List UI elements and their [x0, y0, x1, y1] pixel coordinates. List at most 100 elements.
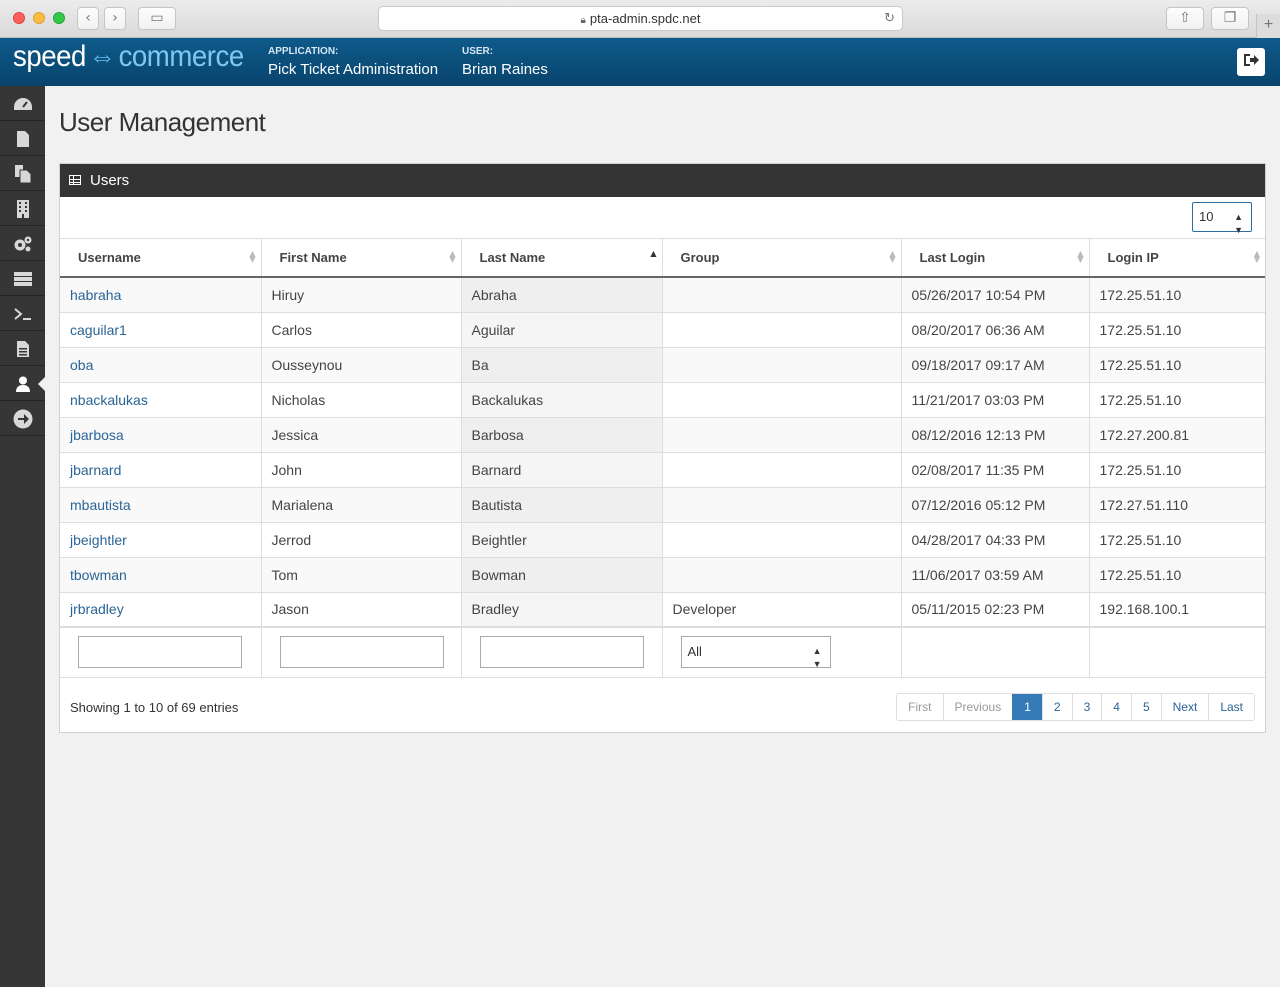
cell-first-name: John [261, 452, 462, 488]
table-row: jbeightler Jerrod Beightler 04/28/2017 04:3… [60, 522, 1265, 558]
cell-last-login: 09/18/2017 09:17 AM [901, 347, 1090, 383]
server-icon [13, 271, 32, 286]
page-title: User Management [59, 107, 266, 137]
page-1-button[interactable]: 1 [1012, 693, 1042, 720]
column-header-username[interactable]: Username ▲ ▼ [60, 239, 262, 278]
sidebar-item-documents[interactable] [0, 331, 45, 366]
entries-info: Showing 1 to 10 of 69 entries [70, 699, 239, 715]
sort-asc-icon: ▲ [650, 249, 657, 258]
copy-icon [14, 164, 31, 184]
username-link[interactable]: jrbradley [70, 601, 124, 617]
sidebar-item-users[interactable] [0, 366, 45, 401]
tabs-icon[interactable]: ❐ [1211, 7, 1249, 30]
cell-group [662, 312, 902, 348]
column-header-last-login[interactable]: Last Login ▲ ▼ [901, 239, 1090, 278]
sidebar-item-settings[interactable] [0, 226, 45, 261]
forward-icon[interactable]: › [104, 7, 126, 30]
terminal-icon [13, 307, 31, 320]
sidebar-toggle-icon[interactable]: ▭ [138, 7, 176, 30]
cell-username: mbautista [60, 487, 262, 523]
page-length-select[interactable]: 10 ▲ ▼ [1192, 202, 1252, 235]
cell-first-name: Jerrod [261, 522, 462, 558]
cell-username: jbeightler [60, 522, 262, 558]
sort-icon: ▲ ▼ [449, 249, 456, 264]
cell-last-login: 11/06/2017 03:59 AM [901, 557, 1090, 593]
cell-last-name: Backalukas [461, 382, 663, 418]
users-panel: Users 10 ▲ ▼ Username ▲ ▼ First Name ▲ ▼ Last Na… [59, 163, 1266, 733]
cell-last-name: Barbosa [461, 417, 663, 453]
cell-last-name: Barnard [461, 452, 663, 488]
username-link[interactable]: nbackalukas [70, 392, 148, 408]
table-row: nbackalukas Nicholas Backalukas 11/21/2017 … [60, 382, 1265, 418]
select-arrows-icon: ▲ ▼ [1234, 212, 1243, 235]
last-name-filter-input[interactable] [479, 636, 644, 669]
sidebar-item-buildings[interactable] [0, 191, 45, 226]
table-row: jbarnard John Barnard 02/08/2017 11:35 PM 17… [60, 452, 1265, 488]
cell-last-login: 04/28/2017 04:33 PM [901, 522, 1090, 558]
username-link[interactable]: oba [70, 357, 93, 373]
page-previous-button[interactable]: Previous [942, 693, 1013, 720]
back-icon[interactable]: ‹ [77, 7, 99, 30]
sidebar-item-go[interactable] [0, 401, 45, 436]
maximize-window-button[interactable] [53, 12, 65, 24]
cell-group [662, 347, 902, 383]
column-header-first-name[interactable]: First Name ▲ ▼ [261, 239, 462, 278]
cell-username: jbarnard [60, 452, 262, 488]
document-icon [16, 340, 29, 357]
cell-login-ip: 172.25.51.10 [1089, 557, 1265, 593]
page-first-button[interactable]: First [897, 693, 943, 720]
cell-last-name: Bradley [461, 592, 663, 628]
username-link[interactable]: jbeightler [70, 532, 127, 548]
sidebar-item-dashboard[interactable] [0, 86, 45, 121]
sidebar-item-servers[interactable] [0, 261, 45, 296]
cell-login-ip: 172.25.51.10 [1089, 522, 1265, 558]
username-filter-input[interactable] [78, 636, 242, 669]
username-link[interactable]: mbautista [70, 497, 131, 513]
username-link[interactable]: jbarbosa [70, 427, 124, 443]
minimize-window-button[interactable] [33, 12, 45, 24]
application-value: Pick Ticket Administration [268, 61, 439, 78]
page-last-button[interactable]: Last [1208, 693, 1254, 720]
group-filter-select[interactable]: All ▲ ▼ [680, 636, 831, 669]
username-link[interactable]: caguilar1 [70, 322, 127, 338]
sidebar-item-copies[interactable] [0, 156, 45, 191]
length-row: 10 ▲ ▼ [60, 197, 1265, 239]
user-icon [15, 376, 30, 392]
logout-button[interactable] [1237, 48, 1265, 76]
url-text: pta-admin.spdc.net [589, 11, 701, 26]
cell-last-login: 08/20/2017 06:36 AM [901, 312, 1090, 348]
cell-first-name: Jessica [261, 417, 462, 453]
cell-username: habraha [60, 277, 262, 313]
cell-last-name: Beightler [461, 522, 663, 558]
username-link[interactable]: jbarnard [70, 462, 121, 478]
page-3-button[interactable]: 3 [1071, 693, 1102, 720]
application-label: APPLICATION: [268, 46, 339, 57]
cell-group [662, 487, 902, 523]
column-header-login-ip[interactable]: Login IP ▲ ▼ [1089, 239, 1265, 278]
username-link[interactable]: habraha [70, 287, 121, 303]
sidebar-item-terminal[interactable] [0, 296, 45, 331]
table-footer: Showing 1 to 10 of 69 entries First Previ… [60, 678, 1265, 733]
new-tab-icon[interactable]: + [1256, 14, 1280, 38]
page-5-button[interactable]: 5 [1130, 693, 1161, 720]
sort-icon: ▲ ▼ [249, 249, 256, 264]
reload-icon[interactable]: ↻ [884, 7, 895, 30]
page-2-button[interactable]: 2 [1041, 693, 1072, 720]
sort-icon: ▲ ▼ [889, 249, 896, 264]
page-4-button[interactable]: 4 [1101, 693, 1131, 720]
cell-first-name: Carlos [261, 312, 462, 348]
first-name-filter-input[interactable] [279, 636, 444, 669]
username-link[interactable]: tbowman [70, 567, 127, 583]
cell-login-ip: 172.25.51.10 [1089, 452, 1265, 488]
share-icon[interactable]: ⇧ [1166, 7, 1204, 30]
table-row: mbautista Marialena Bautista 07/12/2016 05:… [60, 487, 1265, 523]
close-window-button[interactable] [13, 12, 25, 24]
sidebar [0, 86, 45, 987]
address-bar[interactable]: 🔒︎ pta-admin.spdc.net ↻ [378, 6, 903, 31]
cell-username: jrbradley [60, 592, 262, 628]
column-header-last-name[interactable]: Last Name ▲ [461, 239, 663, 278]
sidebar-item-files[interactable] [0, 121, 45, 156]
page-next-button[interactable]: Next [1160, 693, 1209, 720]
dashboard-icon [13, 97, 32, 110]
column-header-group[interactable]: Group ▲ ▼ [662, 239, 902, 278]
